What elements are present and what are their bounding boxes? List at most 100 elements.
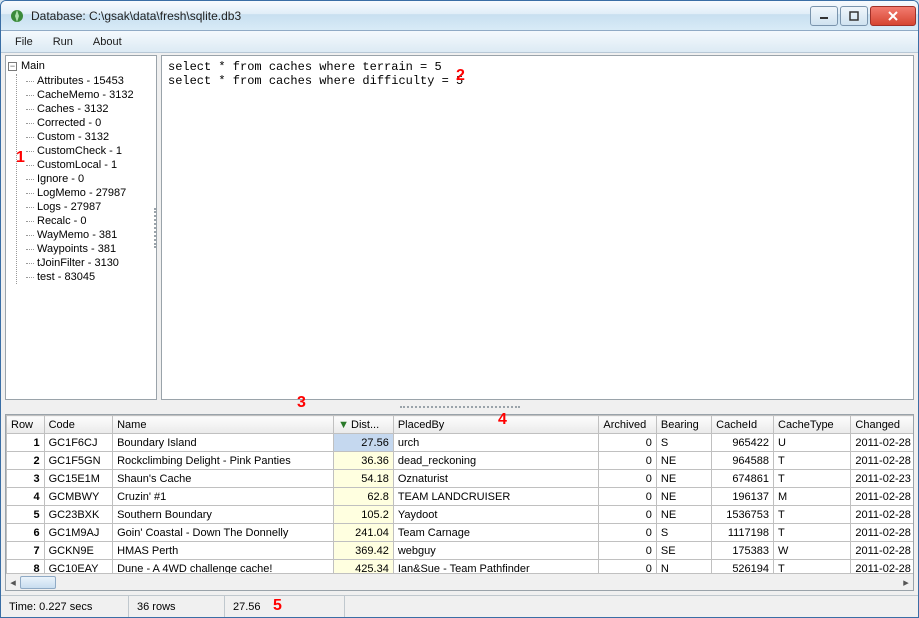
cell[interactable]: W xyxy=(774,542,851,560)
cell[interactable]: GC1F6CJ xyxy=(44,434,113,452)
cell[interactable]: 2011-02-23 xyxy=(851,470,913,488)
cell[interactable]: 196137 xyxy=(712,488,774,506)
cell[interactable]: 0 xyxy=(599,434,656,452)
table-row[interactable]: 7GCKN9EHMAS Perth369.42webguy0SE175383W2… xyxy=(7,542,914,560)
col-row[interactable]: Row xyxy=(7,416,45,434)
titlebar[interactable]: Database: C:\gsak\data\fresh\sqlite.db3 xyxy=(1,1,918,31)
table-row[interactable]: 3GC15E1MShaun's Cache54.18Oznaturist0NE6… xyxy=(7,470,914,488)
cell[interactable]: Oznaturist xyxy=(393,470,599,488)
cell[interactable]: NE xyxy=(656,506,711,524)
tree-item[interactable]: test - 83045 xyxy=(27,270,154,284)
cell[interactable]: webguy xyxy=(393,542,599,560)
grid-scroll[interactable]: Row Code Name ▼Dist... PlacedBy Archived… xyxy=(6,415,913,573)
cell[interactable]: Dune - A 4WD challenge cache! xyxy=(113,560,334,574)
cell[interactable]: 964588 xyxy=(712,452,774,470)
maximize-button[interactable] xyxy=(840,6,868,26)
horizontal-splitter[interactable] xyxy=(5,404,914,410)
col-cacheid[interactable]: CacheId xyxy=(712,416,774,434)
cell[interactable]: 27.56 xyxy=(334,434,394,452)
col-archived[interactable]: Archived xyxy=(599,416,656,434)
cell[interactable]: 175383 xyxy=(712,542,774,560)
tree-item[interactable]: Recalc - 0 xyxy=(27,214,154,228)
tree-item[interactable]: CustomCheck - 1 xyxy=(27,144,154,158)
cell[interactable]: 4 xyxy=(7,488,45,506)
cell[interactable]: 965422 xyxy=(712,434,774,452)
tree-item[interactable]: Custom - 3132 xyxy=(27,130,154,144)
minimize-button[interactable] xyxy=(810,6,838,26)
col-placedby[interactable]: PlacedBy xyxy=(393,416,599,434)
cell[interactable]: 0 xyxy=(599,470,656,488)
cell[interactable]: HMAS Perth xyxy=(113,542,334,560)
cell[interactable]: Boundary Island xyxy=(113,434,334,452)
tree-root[interactable]: − Main xyxy=(8,60,154,72)
cell[interactable]: 0 xyxy=(599,542,656,560)
col-code[interactable]: Code xyxy=(44,416,113,434)
cell[interactable]: 2011-02-28 xyxy=(851,542,913,560)
sql-editor[interactable]: select * from caches where terrain = 5 s… xyxy=(161,55,914,400)
cell[interactable]: Rockclimbing Delight - Pink Panties xyxy=(113,452,334,470)
cell[interactable]: 6 xyxy=(7,524,45,542)
cell[interactable]: NE xyxy=(656,452,711,470)
cell[interactable]: GC10EAY xyxy=(44,560,113,574)
cell[interactable]: 105.2 xyxy=(334,506,394,524)
cell[interactable]: NE xyxy=(656,488,711,506)
cell[interactable]: T xyxy=(774,506,851,524)
cell[interactable]: Team Carnage xyxy=(393,524,599,542)
cell[interactable]: 2011-02-28 xyxy=(851,506,913,524)
cell[interactable]: 0 xyxy=(599,506,656,524)
cell[interactable]: Yaydoot xyxy=(393,506,599,524)
cell[interactable]: T xyxy=(774,470,851,488)
vertical-splitter[interactable] xyxy=(152,208,157,248)
cell[interactable]: 1 xyxy=(7,434,45,452)
col-cachetype[interactable]: CacheType xyxy=(774,416,851,434)
col-changed[interactable]: Changed xyxy=(851,416,913,434)
cell[interactable]: 0 xyxy=(599,488,656,506)
cell[interactable]: GC1F5GN xyxy=(44,452,113,470)
table-row[interactable]: 5GC23BXKSouthern Boundary105.2Yaydoot0NE… xyxy=(7,506,914,524)
cell[interactable]: M xyxy=(774,488,851,506)
table-row[interactable]: 4GCMBWYCruzin' #162.8TEAM LANDCRUISER0NE… xyxy=(7,488,914,506)
tree-item[interactable]: CacheMemo - 3132 xyxy=(27,88,154,102)
cell[interactable]: 54.18 xyxy=(334,470,394,488)
cell[interactable]: 2 xyxy=(7,452,45,470)
cell[interactable]: 526194 xyxy=(712,560,774,574)
cell[interactable]: S xyxy=(656,524,711,542)
cell[interactable]: T xyxy=(774,524,851,542)
col-dist[interactable]: ▼Dist... xyxy=(334,416,394,434)
cell[interactable]: 0 xyxy=(599,560,656,574)
cell[interactable]: 1117198 xyxy=(712,524,774,542)
menu-run[interactable]: Run xyxy=(43,34,83,50)
cell[interactable]: 369.42 xyxy=(334,542,394,560)
cell[interactable]: S xyxy=(656,434,711,452)
tree-item[interactable]: Waypoints - 381 xyxy=(27,242,154,256)
cell[interactable]: NE xyxy=(656,470,711,488)
cell[interactable]: T xyxy=(774,452,851,470)
cell[interactable]: GC15E1M xyxy=(44,470,113,488)
scroll-right-icon[interactable]: ▸ xyxy=(899,575,913,590)
table-row[interactable]: 2GC1F5GNRockclimbing Delight - Pink Pant… xyxy=(7,452,914,470)
menu-about[interactable]: About xyxy=(83,34,132,50)
cell[interactable]: 2011-02-28 xyxy=(851,434,913,452)
cell[interactable]: 0 xyxy=(599,452,656,470)
tree-item[interactable]: CustomLocal - 1 xyxy=(27,158,154,172)
tree-pane[interactable]: − Main Attributes - 15453CacheMemo - 313… xyxy=(5,55,157,400)
col-name[interactable]: Name xyxy=(113,416,334,434)
table-row[interactable]: 8GC10EAYDune - A 4WD challenge cache!425… xyxy=(7,560,914,574)
cell[interactable]: 0 xyxy=(599,524,656,542)
cell[interactable]: 2011-02-28 xyxy=(851,452,913,470)
horizontal-scrollbar[interactable]: ◂ ▸ xyxy=(6,573,913,590)
cell[interactable]: Goin' Coastal - Down The Donnelly xyxy=(113,524,334,542)
cell[interactable]: Southern Boundary xyxy=(113,506,334,524)
close-button[interactable] xyxy=(870,6,916,26)
tree-item[interactable]: Attributes - 15453 xyxy=(27,74,154,88)
cell[interactable]: GC1M9AJ xyxy=(44,524,113,542)
cell[interactable]: dead_reckoning xyxy=(393,452,599,470)
cell[interactable]: Cruzin' #1 xyxy=(113,488,334,506)
cell[interactable]: 2011-02-28 xyxy=(851,560,913,574)
cell[interactable]: 8 xyxy=(7,560,45,574)
cell[interactable]: Shaun's Cache xyxy=(113,470,334,488)
cell[interactable]: urch xyxy=(393,434,599,452)
tree-item[interactable]: Ignore - 0 xyxy=(27,172,154,186)
cell[interactable]: 36.36 xyxy=(334,452,394,470)
menu-file[interactable]: File xyxy=(5,34,43,50)
